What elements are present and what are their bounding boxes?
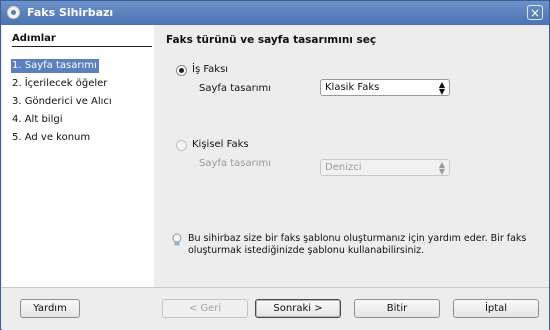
personal-fax-radio[interactable] [176, 140, 187, 151]
help-button[interactable]: Yardım [20, 299, 80, 318]
title-bar[interactable]: Faks Sihirbazı × [1, 1, 549, 25]
business-fax-label[interactable]: İş Faksı [192, 64, 228, 75]
personal-layout-select[interactable]: Denizci ▲ ▼ [320, 159, 450, 176]
app-icon [7, 6, 20, 19]
steps-divider [12, 46, 152, 47]
main-panel: Faks türünü ve sayfa tasarımını seç İş F… [154, 25, 549, 287]
personal-fax-label[interactable]: Kişisel Faks [192, 139, 249, 150]
business-layout-select[interactable]: Klasik Faks ▲ ▼ [320, 79, 450, 96]
step-footer[interactable]: 4. Alt bilgi [12, 113, 62, 127]
steps-sidebar: Adımlar 1. Sayfa tasarımı 2. İçerilecek … [2, 25, 154, 287]
wizard-hint-text: Bu sihirbaz size bir faks şablonu oluştu… [188, 233, 527, 256]
step-sender-recipient[interactable]: 3. Gönderici ve Alıcı [12, 95, 112, 109]
cancel-button[interactable]: İptal [453, 299, 539, 318]
page-title: Faks türünü ve sayfa tasarımını seç [166, 34, 377, 46]
button-bar: Yardım < Geri Sonraki > Bitir İptal [2, 287, 549, 330]
step-page-design[interactable]: 1. Sayfa tasarımı [11, 59, 99, 73]
spin-arrows-icon: ▲ ▼ [438, 160, 445, 176]
finish-button[interactable]: Bitir [354, 299, 440, 318]
steps-heading: Adımlar [12, 33, 56, 44]
lightbulb-icon [172, 233, 182, 246]
business-fax-radio[interactable] [176, 65, 187, 76]
close-icon[interactable]: × [527, 5, 543, 20]
window-title: Faks Sihirbazı [27, 6, 114, 19]
business-layout-value: Klasik Faks [325, 82, 380, 93]
spin-arrows-icon: ▲ ▼ [438, 80, 445, 96]
personal-layout-value: Denizci [325, 162, 362, 173]
business-layout-label: Sayfa tasarımı [199, 83, 272, 94]
back-button[interactable]: < Geri [162, 299, 248, 318]
fax-wizard-window: Faks Sihirbazı × Adımlar 1. Sayfa tasarı… [0, 0, 550, 330]
next-button[interactable]: Sonraki > [255, 299, 341, 318]
step-name-location[interactable]: 5. Ad ve konum [12, 131, 90, 145]
personal-layout-label: Sayfa tasarımı [199, 158, 272, 169]
step-items-to-include[interactable]: 2. İçerilecek öğeler [12, 77, 107, 91]
